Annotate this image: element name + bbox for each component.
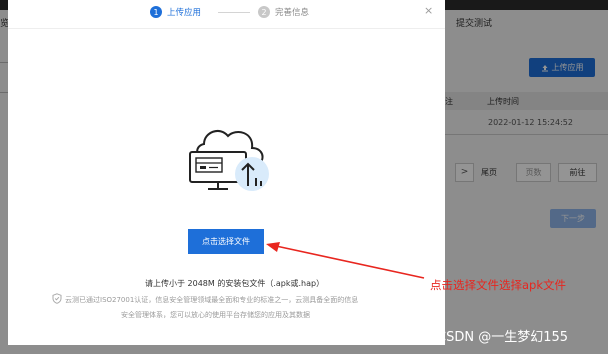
annotation-arrow	[266, 242, 425, 279]
annotation-text: 点击选择文件选择apk文件	[430, 278, 567, 292]
csdn-watermark: CSDN @一生梦幻155	[437, 330, 569, 345]
